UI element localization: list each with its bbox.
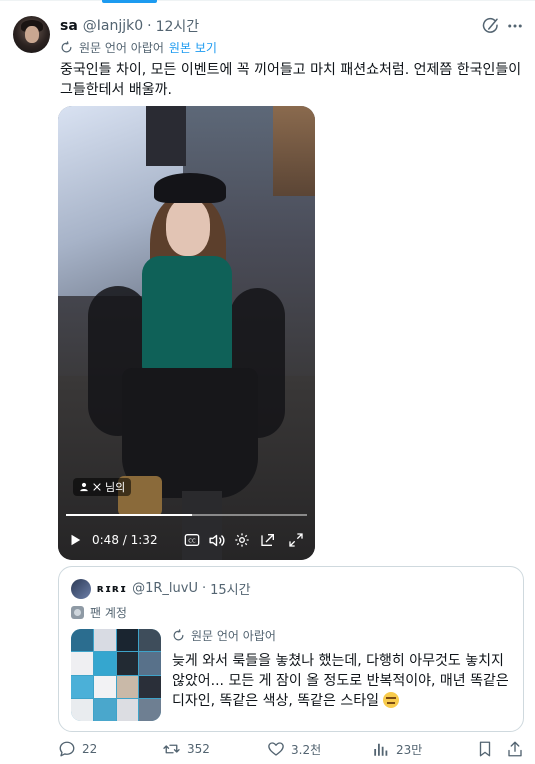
like-icon bbox=[268, 742, 284, 756]
video-frame-face bbox=[166, 198, 210, 256]
tweet-text: 중국인들 차이, 모든 이벤트에 꼭 끼어들고 마치 패션쇼처럼. 언제쯤 한국… bbox=[60, 62, 522, 98]
translate-icon bbox=[61, 40, 72, 52]
video-frame-wall bbox=[273, 106, 315, 196]
settings-icon[interactable] bbox=[232, 530, 252, 550]
video-time-separator: / bbox=[118, 533, 131, 547]
video-progress-fill bbox=[66, 514, 192, 516]
video-time: 0:48 / 1:32 bbox=[92, 531, 158, 549]
video-watermark-text: 님의 bbox=[105, 481, 126, 494]
fullscreen-icon[interactable] bbox=[286, 530, 306, 550]
quoted-timestamp[interactable]: 15시간 bbox=[210, 579, 250, 598]
quoted-separator-dot: · bbox=[202, 580, 207, 596]
repost-count: 352 bbox=[187, 742, 210, 756]
video-watermark: 님의 bbox=[73, 478, 132, 496]
action-bar: 22 352 3.2천 23만 bbox=[58, 738, 528, 760]
top-divider bbox=[0, 0, 535, 3]
timestamp[interactable]: 12시간 bbox=[156, 16, 200, 36]
person-icon bbox=[80, 482, 88, 492]
quoted-author-handle[interactable]: @1R_luvU bbox=[132, 581, 198, 596]
repost-icon bbox=[163, 744, 180, 754]
repost-button[interactable]: 352 bbox=[162, 738, 210, 760]
view-count: 23만 bbox=[396, 742, 423, 757]
scissors-icon bbox=[93, 483, 101, 491]
volume-icon[interactable] bbox=[206, 530, 226, 550]
separator-dot: · bbox=[147, 18, 152, 34]
closed-captions-icon[interactable]: CC bbox=[182, 530, 202, 550]
picture-in-picture-icon[interactable] bbox=[258, 530, 278, 550]
reply-button[interactable]: 22 bbox=[58, 738, 97, 760]
quoted-text: 늦게 와서 룩들을 놓쳤나 했는데, 다행히 아무것도 놓치지 않았어... 모… bbox=[172, 651, 517, 711]
translation-label: 원문 언어 아랍어 bbox=[79, 40, 164, 55]
svg-text:CC: CC bbox=[188, 539, 196, 545]
author-name[interactable]: sa bbox=[60, 18, 78, 34]
video-frame-letter bbox=[146, 106, 186, 166]
author-handle[interactable]: @Ianjjk0 bbox=[83, 18, 143, 34]
like-count: 3.2천 bbox=[291, 742, 322, 757]
video-progress-bar[interactable] bbox=[66, 514, 307, 516]
expressionless-emoji-icon bbox=[383, 692, 400, 708]
scroll-indicator bbox=[102, 0, 157, 3]
more-icon[interactable] bbox=[505, 16, 525, 36]
video-current-time: 0:48 bbox=[92, 533, 119, 547]
quoted-image-thumbnail[interactable] bbox=[71, 629, 161, 721]
video-frame-hat bbox=[154, 173, 226, 203]
translation-note: 원문 언어 아랍어 원본 보기 bbox=[60, 38, 217, 56]
share-icon bbox=[508, 741, 522, 757]
reply-count: 22 bbox=[82, 742, 98, 756]
show-original-link[interactable]: 원본 보기 bbox=[169, 39, 217, 56]
grok-icon[interactable] bbox=[481, 16, 501, 36]
video-frame-top bbox=[142, 256, 232, 374]
quoted-tweet[interactable]: ʀɪʀɪ @1R_luvU · 15시간 팬 계정 원문 언어 아랍어 늦게 와… bbox=[58, 566, 524, 732]
bookmark-icon bbox=[479, 741, 491, 757]
tweet-header: sa @Ianjjk0 · 12시간 bbox=[60, 17, 199, 35]
views-button[interactable]: 23만 bbox=[372, 738, 422, 760]
quoted-author-name[interactable]: ʀɪʀɪ bbox=[97, 582, 127, 595]
quoted-text-body: 늦게 와서 룩들을 놓쳤나 했는데, 다행히 아무것도 놓치지 않았어... 모… bbox=[172, 653, 509, 709]
quoted-translation-label: 원문 언어 아랍어 bbox=[191, 628, 276, 643]
account-label: 팬 계정 bbox=[71, 603, 127, 621]
avatar[interactable] bbox=[13, 16, 50, 53]
share-button[interactable] bbox=[506, 738, 530, 760]
account-label-text: 팬 계정 bbox=[90, 605, 127, 620]
play-icon[interactable] bbox=[66, 530, 84, 550]
reply-icon bbox=[59, 741, 75, 757]
quoted-header: ʀɪʀɪ @1R_luvU · 15시간 bbox=[97, 578, 251, 598]
avatar-face bbox=[25, 26, 39, 43]
views-icon bbox=[374, 743, 388, 756]
quoted-avatar[interactable] bbox=[71, 579, 91, 599]
fan-account-icon bbox=[71, 605, 84, 619]
video-player[interactable]: 님의 0:48 / 1:32 CC bbox=[58, 106, 315, 560]
bookmark-button[interactable] bbox=[476, 738, 500, 760]
like-button[interactable]: 3.2천 bbox=[267, 738, 321, 760]
translate-icon bbox=[173, 628, 184, 640]
quoted-translation-note: 원문 언어 아랍어 bbox=[172, 626, 276, 644]
video-duration: 1:32 bbox=[130, 533, 158, 547]
